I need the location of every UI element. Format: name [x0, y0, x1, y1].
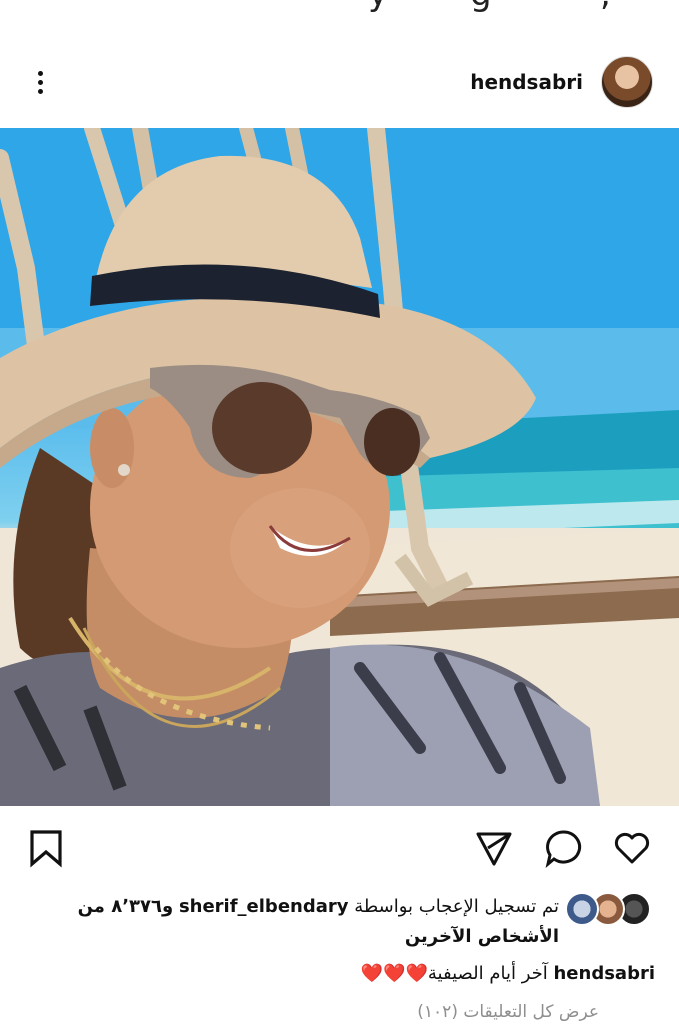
post-actions: [0, 822, 679, 872]
comment-icon[interactable]: [544, 828, 584, 868]
heart-icon[interactable]: [612, 828, 652, 868]
post-caption: hendsabri آخر أيام الصيفية❤️❤️❤️: [25, 960, 655, 988]
bookmark-icon[interactable]: [26, 828, 66, 868]
liker-username[interactable]: sherif_elbendary: [179, 896, 349, 917]
post-username[interactable]: hendsabri: [470, 70, 583, 94]
likes-summary: تم تسجيل الإعجاب بواسطة sherif_elbendary…: [0, 888, 679, 952]
more-vertical-icon[interactable]: [32, 68, 48, 98]
caption-username[interactable]: hendsabri: [553, 963, 655, 984]
caption-hearts: ❤️❤️❤️: [360, 963, 428, 984]
post-header: hendsabri: [0, 52, 679, 114]
send-icon[interactable]: [474, 828, 514, 868]
avatar[interactable]: [601, 56, 653, 108]
likes-text[interactable]: تم تسجيل الإعجاب بواسطة sherif_elbendary…: [19, 892, 559, 952]
post-photo[interactable]: [0, 128, 679, 806]
view-all-comments-link[interactable]: عرض كل التعليقات (١٠٢): [417, 1002, 599, 1022]
likes-prefix: تم تسجيل الإعجاب بواسطة: [354, 896, 559, 917]
liker-avatar-3[interactable]: [565, 892, 599, 926]
previous-post-fragment: y g ,: [0, 0, 679, 22]
caption-text: آخر أيام الصيفية: [427, 963, 548, 984]
